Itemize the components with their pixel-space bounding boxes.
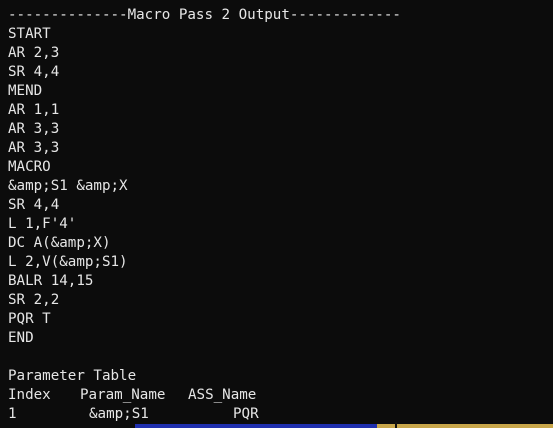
taskbar-strip	[135, 422, 553, 428]
cell-ass-name: PQR	[233, 406, 259, 422]
table-row: 1 &amp;S1 PQR	[8, 405, 553, 424]
output-header: --------------Macro Pass 2 Output-------…	[8, 7, 401, 23]
output-line: BALR 14,15	[8, 273, 94, 289]
cell-index: 1	[8, 406, 17, 422]
output-line: L 2,V(&amp;S1)	[8, 254, 128, 270]
output-line: SR 4,4	[8, 64, 60, 80]
output-line: L 1,F'4'	[8, 216, 77, 232]
mouse-cursor-icon	[395, 422, 397, 428]
output-line: PQR T	[8, 311, 51, 327]
parameter-table-header: Index Param_Name ASS_Name	[8, 386, 553, 405]
output-line: MACRO	[8, 159, 51, 175]
output-line: SR 2,2	[8, 292, 60, 308]
output-line: AR 2,3	[8, 45, 60, 61]
output-line: &amp;S1 &amp;X	[8, 178, 128, 194]
output-line: START	[8, 26, 51, 42]
parameter-table-title: Parameter Table	[8, 368, 137, 384]
output-line: DC A(&amp;X)	[8, 235, 111, 251]
output-line: END	[8, 330, 34, 346]
output-line: AR 3,3	[8, 140, 60, 156]
header-index: Index	[8, 387, 51, 403]
header-param-name: Param_Name	[80, 387, 166, 403]
output-line: AR 1,1	[8, 102, 60, 118]
taskbar-blue-segment	[135, 424, 377, 428]
cell-param-name: &amp;S1	[89, 406, 149, 422]
output-line: MEND	[8, 83, 43, 99]
header-ass-name: ASS_Name	[188, 387, 257, 403]
output-line: AR 3,3	[8, 121, 60, 137]
terminal-window: --------------Macro Pass 2 Output-------…	[0, 0, 553, 428]
output-line: SR 4,4	[8, 197, 60, 213]
taskbar-gold-segment	[377, 424, 553, 428]
